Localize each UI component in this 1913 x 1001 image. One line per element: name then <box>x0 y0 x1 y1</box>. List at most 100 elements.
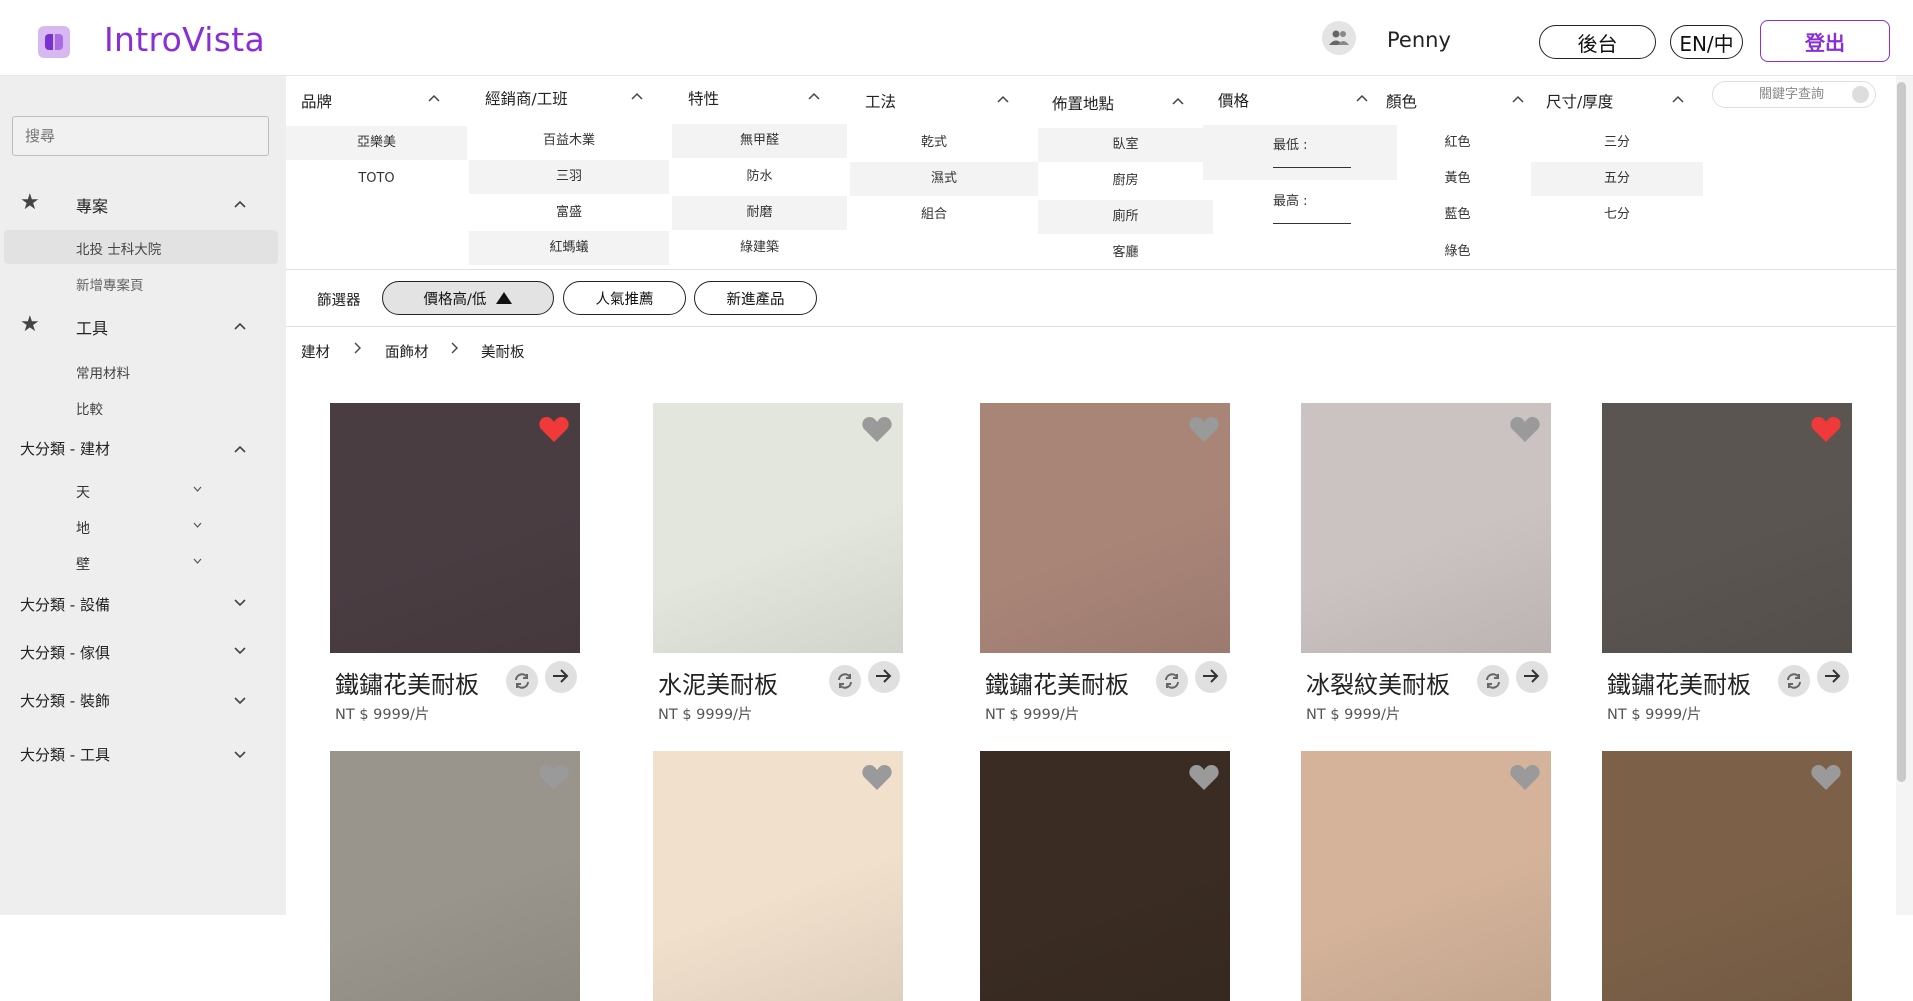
heart-icon[interactable] <box>1188 415 1220 443</box>
filter-option-dealer[interactable]: 三羽 <box>469 160 669 194</box>
sidebar-item-ceiling[interactable]: 天 <box>76 482 90 502</box>
product-name[interactable]: 冰裂紋美耐板 <box>1306 665 1450 700</box>
app-name[interactable]: IntroVista <box>104 20 265 59</box>
chevron-down-icon[interactable] <box>234 597 246 609</box>
heart-icon[interactable] <box>1188 763 1220 791</box>
chevron-down-icon[interactable] <box>234 645 246 657</box>
compare-refresh-icon[interactable] <box>1778 665 1810 697</box>
heart-icon[interactable] <box>1810 763 1842 791</box>
app-logo-icon[interactable] <box>38 26 70 58</box>
search-input[interactable] <box>12 116 269 156</box>
scrollbar-thumb[interactable] <box>1897 82 1906 782</box>
chevron-up-icon[interactable] <box>428 94 440 102</box>
heart-filled-icon[interactable] <box>538 415 570 443</box>
filter-feature-header[interactable]: 特性 <box>688 87 719 109</box>
filter-option-dealer[interactable]: 紅螞蟻 <box>469 231 669 265</box>
arrow-right-icon[interactable] <box>545 661 577 693</box>
product-name[interactable]: 鐵鏽花美耐板 <box>335 665 479 700</box>
chevron-down-icon[interactable] <box>234 695 246 707</box>
admin-button[interactable]: 後台 <box>1539 25 1656 59</box>
filter-brand-header[interactable]: 品牌 <box>301 90 332 112</box>
filter-option-brand[interactable]: TOTO <box>286 162 467 196</box>
filter-option-size[interactable]: 七分 <box>1531 198 1703 232</box>
filter-option-location[interactable]: 廁所 <box>1038 200 1213 234</box>
filter-location-header[interactable]: 佈置地點 <box>1052 92 1114 114</box>
filter-option-color[interactable]: 黃色 <box>1375 162 1540 196</box>
arrow-right-icon[interactable] <box>1516 661 1548 693</box>
chevron-up-icon[interactable] <box>1672 95 1684 103</box>
sidebar-category-equipment[interactable]: 大分類 - 設備 <box>20 594 110 615</box>
user-group-icon[interactable] <box>1322 21 1356 55</box>
breadcrumb-item[interactable]: 建材 <box>301 341 330 362</box>
filter-option-location[interactable]: 臥室 <box>1038 128 1213 162</box>
filter-option-color[interactable]: 紅色 <box>1375 126 1540 160</box>
chevron-up-icon[interactable] <box>808 92 820 100</box>
chevron-down-icon[interactable] <box>193 558 202 565</box>
sidebar-item-compare[interactable]: 比較 <box>76 398 103 418</box>
sidebar-item-common-materials[interactable]: 常用材料 <box>76 362 130 382</box>
chevron-down-icon[interactable] <box>193 486 202 493</box>
filter-option-color[interactable]: 藍色 <box>1375 198 1540 232</box>
chevron-up-icon[interactable] <box>997 95 1009 103</box>
filter-option-brand[interactable]: 亞樂美 <box>286 126 467 160</box>
filter-size-header[interactable]: 尺寸/厚度 <box>1546 90 1613 112</box>
product-name[interactable]: 水泥美耐板 <box>658 665 778 700</box>
chevron-down-icon[interactable] <box>193 522 202 529</box>
sort-popular-button[interactable]: 人氣推薦 <box>563 281 686 315</box>
filter-price-header[interactable]: 價格 <box>1218 89 1249 111</box>
chevron-down-icon[interactable] <box>234 749 246 761</box>
sidebar-section-tools[interactable]: 工具 <box>76 315 108 339</box>
breadcrumb-item[interactable]: 美耐板 <box>481 341 525 362</box>
sidebar-category-furniture[interactable]: 大分類 - 傢俱 <box>20 642 110 663</box>
keyword-search-input[interactable]: 關鍵字查詢 <box>1712 81 1876 108</box>
sidebar-item-floor[interactable]: 地 <box>76 518 90 538</box>
heart-icon[interactable] <box>861 763 893 791</box>
filter-option-size[interactable]: 五分 <box>1531 162 1703 196</box>
chevron-up-icon[interactable] <box>631 92 643 100</box>
heart-icon[interactable] <box>538 763 570 791</box>
compare-refresh-icon[interactable] <box>1156 665 1188 697</box>
product-name[interactable]: 鐵鏽花美耐板 <box>1607 665 1751 700</box>
filter-method-header[interactable]: 工法 <box>865 90 896 112</box>
filter-option-location[interactable]: 客廳 <box>1038 236 1213 270</box>
language-toggle-button[interactable]: EN/中 <box>1670 25 1743 59</box>
filter-option-size[interactable]: 三分 <box>1531 126 1703 160</box>
chevron-up-icon[interactable] <box>234 320 246 332</box>
logout-button[interactable]: 登出 <box>1760 20 1890 62</box>
compare-refresh-icon[interactable] <box>1477 665 1509 697</box>
filter-option-method[interactable]: 組合 <box>850 198 1018 232</box>
arrow-right-icon[interactable] <box>1195 661 1227 693</box>
chevron-up-icon[interactable] <box>234 443 246 455</box>
compare-refresh-icon[interactable] <box>829 665 861 697</box>
chevron-up-icon[interactable] <box>1172 97 1184 105</box>
filter-option-method[interactable]: 乾式 <box>850 126 1018 160</box>
sidebar-item-new-project[interactable]: 新增專案頁 <box>76 274 144 294</box>
search-icon[interactable] <box>1852 86 1869 103</box>
sidebar-item-project[interactable]: 北投 士科大院 <box>76 238 161 258</box>
compare-refresh-icon[interactable] <box>506 665 538 697</box>
heart-icon[interactable] <box>861 415 893 443</box>
filter-color-header[interactable]: 顏色 <box>1386 90 1417 112</box>
filter-option-dealer[interactable]: 百益木業 <box>469 124 669 158</box>
filter-option-feature[interactable]: 無甲醛 <box>672 124 847 158</box>
sort-price-button[interactable]: 價格高/低 <box>382 281 554 315</box>
chevron-up-icon[interactable] <box>234 198 246 210</box>
sidebar-section-projects[interactable]: 專案 <box>76 193 108 217</box>
product-name[interactable]: 鐵鏽花美耐板 <box>985 665 1129 700</box>
sidebar-category-decoration[interactable]: 大分類 - 裝飾 <box>20 690 110 711</box>
price-max-input[interactable] <box>1273 223 1351 224</box>
breadcrumb-item[interactable]: 面飾材 <box>385 341 429 362</box>
sidebar-category-tools[interactable]: 大分類 - 工具 <box>20 744 110 765</box>
filter-option-dealer[interactable]: 富盛 <box>469 196 669 230</box>
filter-option-color[interactable]: 綠色 <box>1375 235 1540 269</box>
filter-option-feature[interactable]: 防水 <box>672 160 847 194</box>
chevron-up-icon[interactable] <box>1512 95 1524 103</box>
sort-new-button[interactable]: 新進產品 <box>694 281 817 315</box>
filter-option-method[interactable]: 濕式 <box>850 162 1038 196</box>
arrow-right-icon[interactable] <box>1817 661 1849 693</box>
filter-dealer-header[interactable]: 經銷商/工班 <box>485 87 568 109</box>
heart-icon[interactable] <box>1509 415 1541 443</box>
sidebar-category-building[interactable]: 大分類 - 建材 <box>20 438 110 459</box>
sidebar-item-wall[interactable]: 壁 <box>76 554 90 574</box>
arrow-right-icon[interactable] <box>868 661 900 693</box>
